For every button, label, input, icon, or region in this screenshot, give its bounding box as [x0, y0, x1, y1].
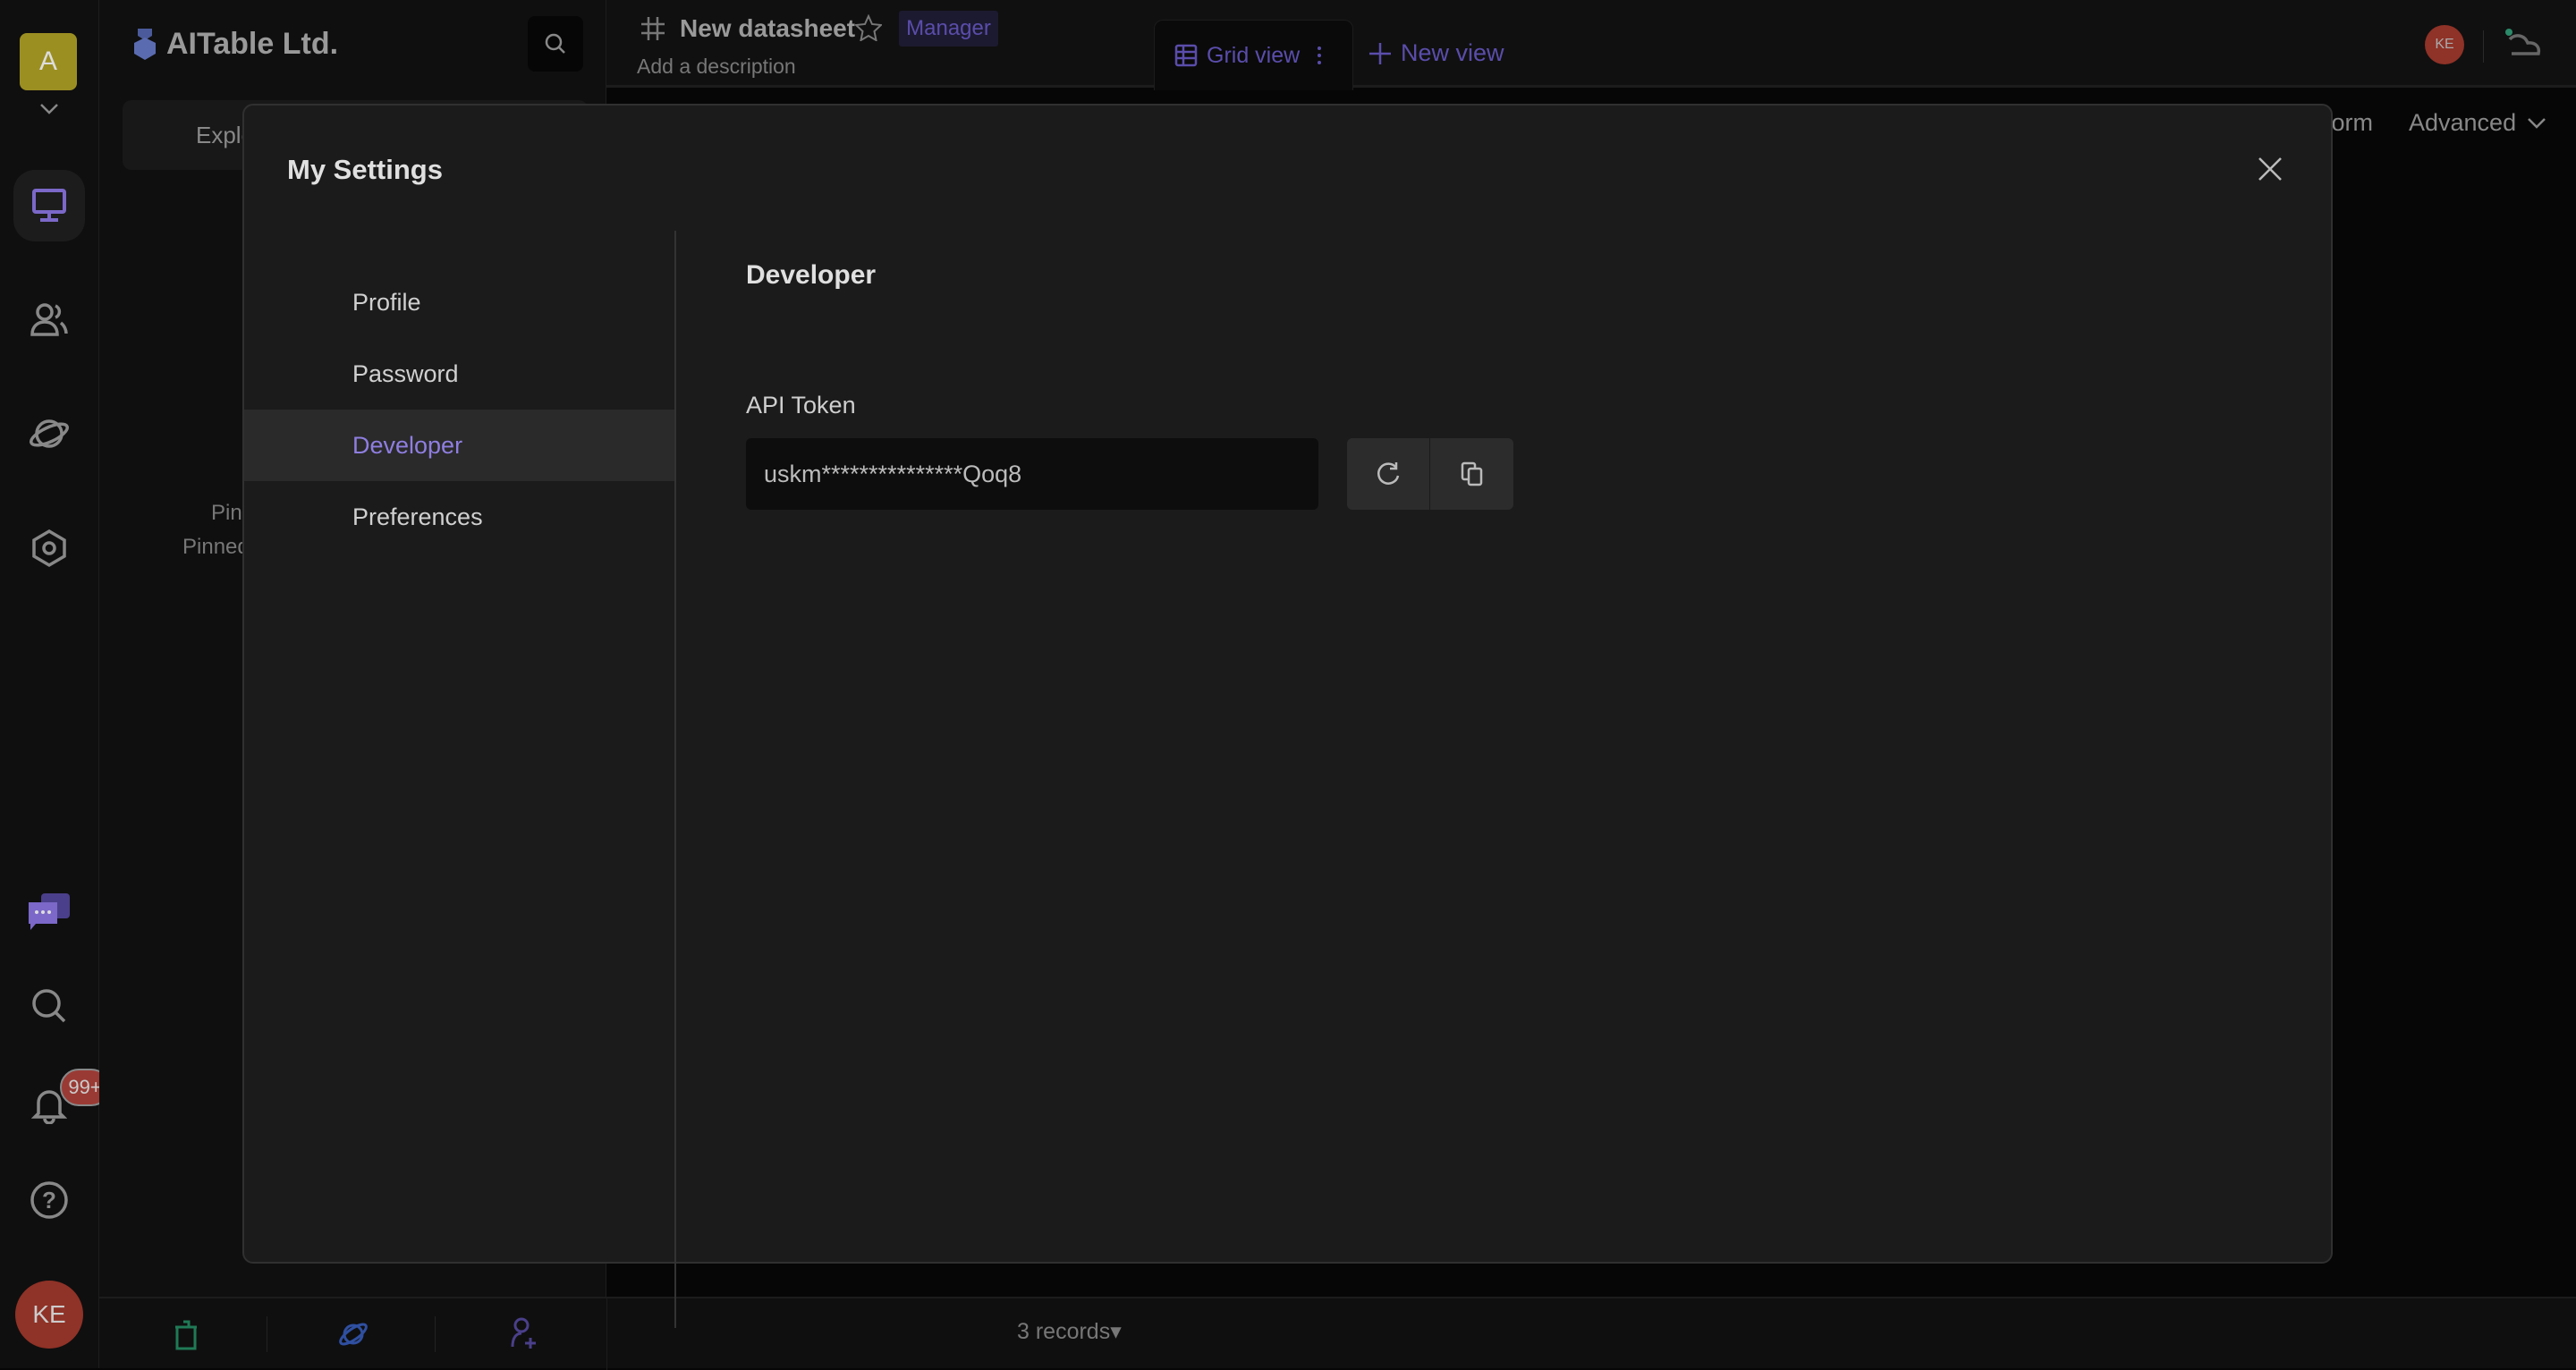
- chevron-down-icon: [2527, 116, 2546, 131]
- divider: [435, 1316, 436, 1352]
- workspace-logo-icon: [133, 29, 157, 61]
- hexagon-settings-icon[interactable]: [13, 512, 85, 584]
- space-avatar[interactable]: A: [20, 33, 77, 90]
- modal-title: My Settings: [287, 154, 443, 185]
- nav-divider: [674, 231, 676, 1328]
- user-avatar[interactable]: KE: [15, 1281, 83, 1349]
- planet-icon[interactable]: [337, 1318, 369, 1350]
- search-icon[interactable]: [13, 970, 85, 1042]
- advanced-button[interactable]: Advanced: [2409, 109, 2546, 137]
- plus-icon: [1368, 42, 1392, 65]
- api-token-label: API Token: [746, 392, 856, 419]
- nav-item-profile[interactable]: Profile: [244, 266, 674, 338]
- sidebar-search-button[interactable]: [528, 16, 583, 72]
- pinned-text: Pin: [211, 501, 242, 525]
- sync-cloud-icon[interactable]: [2504, 27, 2549, 63]
- copy-token-button[interactable]: [1430, 438, 1513, 510]
- grid-icon: [1174, 44, 1198, 67]
- svg-text:?: ?: [42, 1187, 56, 1214]
- settings-modal: My Settings Profile Password Developer P…: [242, 104, 2333, 1328]
- chevron-down-icon[interactable]: [38, 100, 61, 118]
- bottom-bar: 3 records▾: [99, 1297, 2576, 1370]
- add-user-icon[interactable]: [509, 1316, 538, 1350]
- refresh-icon: [1375, 461, 1402, 487]
- new-view-button[interactable]: New view: [1368, 39, 1504, 67]
- pinned-text-2: Pinned: [182, 535, 250, 559]
- nav-item-preferences[interactable]: Preferences: [244, 481, 674, 553]
- help-icon[interactable]: ?: [13, 1164, 85, 1236]
- advanced-label: Advanced: [2409, 109, 2517, 136]
- trash-icon[interactable]: [174, 1318, 199, 1350]
- token-actions: [1347, 438, 1513, 510]
- refresh-token-button[interactable]: [1347, 438, 1430, 510]
- users-icon[interactable]: [13, 283, 85, 355]
- nav-item-developer[interactable]: Developer: [244, 410, 674, 481]
- api-token-field[interactable]: uskm***************Qoq8: [746, 438, 1318, 510]
- section-title: Developer: [746, 260, 877, 290]
- close-icon[interactable]: [2257, 156, 2284, 182]
- records-count[interactable]: 3 records▾: [1017, 1318, 1122, 1345]
- collaborator-avatar[interactable]: KE: [2425, 25, 2464, 64]
- copy-icon: [1461, 461, 1484, 486]
- monitor-icon[interactable]: [13, 170, 85, 241]
- chat-icon[interactable]: [13, 876, 85, 948]
- nav-item-password[interactable]: Password: [244, 338, 674, 410]
- datasheet-header: New datasheet Manager Add a description …: [606, 0, 2576, 90]
- workspace-name[interactable]: AITable Ltd.: [166, 27, 338, 62]
- divider: [2483, 30, 2484, 63]
- role-badge: Manager: [899, 11, 998, 47]
- more-icon[interactable]: [1316, 45, 1323, 66]
- divider: [606, 1298, 607, 1370]
- new-view-label: New view: [1401, 39, 1504, 66]
- tab-label: Grid view: [1207, 42, 1301, 68]
- description-input[interactable]: Add a description: [637, 55, 796, 79]
- planet-icon[interactable]: [13, 398, 85, 469]
- hash-icon: [640, 15, 666, 42]
- tab-grid-view[interactable]: Grid view: [1154, 20, 1353, 90]
- star-icon[interactable]: [855, 14, 882, 41]
- datasheet-name[interactable]: New datasheet: [680, 14, 855, 43]
- left-rail: A 99+ ? KE: [0, 0, 110, 1368]
